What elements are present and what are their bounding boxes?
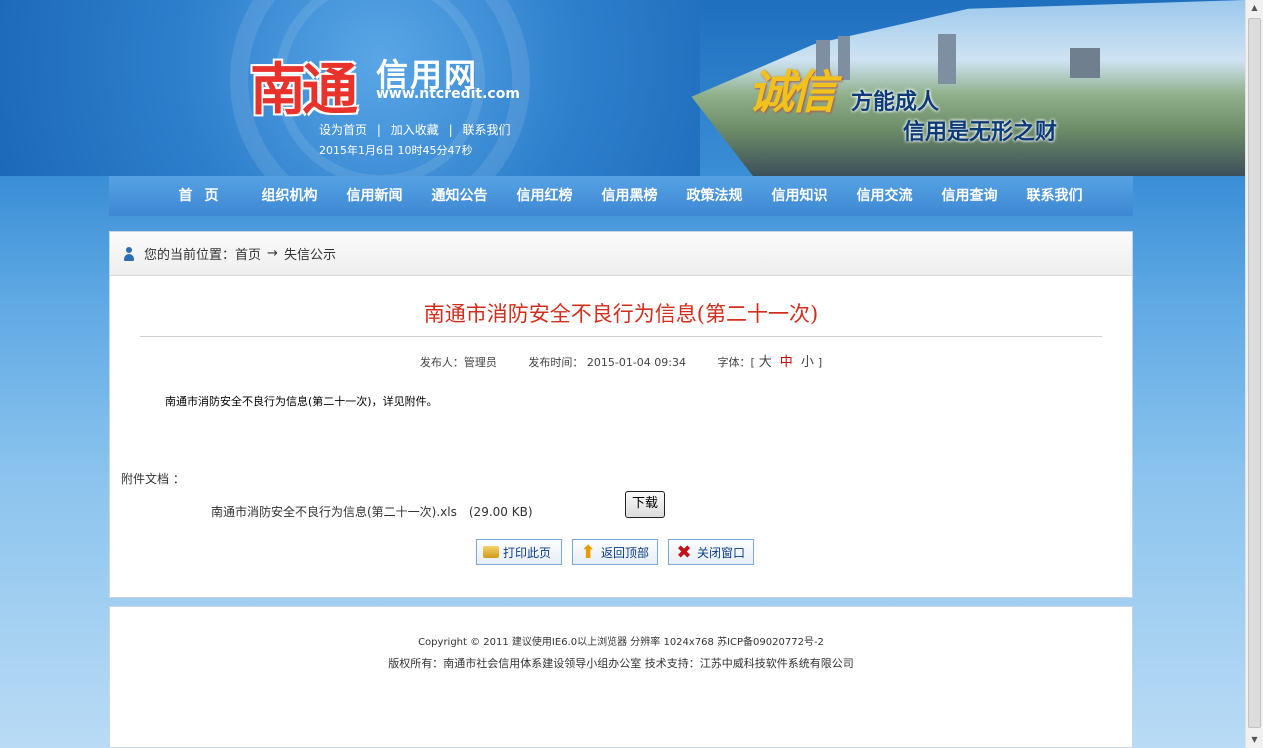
link-separator: |	[448, 123, 453, 137]
article-publisher: 发布人：管理员	[419, 356, 497, 369]
attachment-item: 南通市消防安全不良行为信息(第二十一次).xls (29.00 KB)	[211, 503, 533, 520]
building-shape	[938, 34, 956, 84]
article-meta: 发布人：管理员 发布时间： 2015-01-04 09:34 字体：[ 大中小]	[110, 351, 1132, 370]
site-logo-url: www.ntcredit.com	[376, 86, 520, 102]
breadcrumb-home-link[interactable]: 首页	[235, 244, 261, 263]
attachment-filename: 南通市消防安全不良行为信息(第二十一次).xls	[211, 505, 457, 519]
breadcrumb-prefix: 您的当前位置：	[144, 248, 236, 263]
main-nav: 首页 组织机构 信用新闻 通知公告 信用红榜 信用黑榜 政策法规 信用知识 信用…	[109, 176, 1133, 216]
footer-ownership: 版权所有：南通市社会信用体系建设领导小组办公室 技术支持：江苏中威科技软件系统有…	[388, 657, 854, 670]
nav-item-home[interactable]: 首页	[162, 176, 247, 216]
title-divider	[140, 336, 1102, 337]
add-favorite-link[interactable]: 加入收藏	[391, 123, 439, 137]
close-window-button[interactable]: ✖ 关闭窗口	[668, 539, 754, 565]
article-title: 南通市消防安全不良行为信息(第二十一次)	[423, 302, 819, 326]
font-size-small[interactable]: 小	[801, 355, 814, 370]
breadcrumb: 您的当前位置： 首页 → 失信公示	[110, 232, 1132, 276]
printer-icon	[483, 546, 499, 558]
link-separator: |	[376, 123, 381, 137]
building-shape	[1070, 48, 1100, 78]
content-panel: 您的当前位置： 首页 → 失信公示 南通市消防安全不良行为信息(第二十一次) 发…	[109, 231, 1133, 598]
slogan-line-1: 方能成人	[851, 90, 940, 115]
page-scrollbar[interactable]: ▲ ▼	[1245, 0, 1263, 748]
close-window-label: 关闭窗口	[697, 545, 746, 560]
article-body: 南通市消防安全不良行为信息(第二十一次)，详见附件。	[165, 395, 438, 408]
site-logo-city: 南通	[250, 57, 358, 123]
footer-copyright: Copyright © 2011 建议使用IE6.0以上浏览器 分辨率 1024…	[418, 637, 824, 648]
print-page-button[interactable]: 打印此页	[476, 539, 562, 565]
nav-item-red-list[interactable]: 信用红榜	[502, 176, 587, 216]
slogan-line-2: 信用是无形之财	[903, 120, 1058, 145]
breadcrumb-arrow: →	[267, 246, 278, 261]
font-size-close: ]	[817, 356, 823, 369]
site-footer: Copyright © 2011 建议使用IE6.0以上浏览器 分辨率 1024…	[109, 606, 1133, 748]
nav-item-black-list[interactable]: 信用黑榜	[587, 176, 672, 216]
article-time-value: 2015-01-04 09:34	[586, 356, 686, 369]
download-button[interactable]: 下载	[625, 491, 665, 518]
font-size-medium[interactable]: 中	[780, 355, 793, 370]
nav-item-policies[interactable]: 政策法规	[672, 176, 757, 216]
attachment-size: (29.00 KB)	[468, 505, 533, 519]
nav-item-contact[interactable]: 联系我们	[1012, 176, 1097, 216]
font-size-control: 字体：[ 大中小]	[717, 355, 823, 370]
nav-item-organization[interactable]: 组织机构	[247, 176, 332, 216]
header-links: 设为首页 | 加入收藏 | 联系我们	[319, 121, 510, 138]
nav-item-news[interactable]: 信用新闻	[332, 176, 417, 216]
attachment-label: 附件文档 ：	[121, 472, 185, 486]
site-header: 南通 信用网 www.ntcredit.com 设为首页 | 加入收藏 | 联系…	[0, 0, 1245, 176]
close-icon: ✖	[676, 541, 692, 563]
back-to-top-label: 返回顶部	[601, 545, 650, 560]
article-time: 发布时间： 2015-01-04 09:34	[528, 356, 686, 369]
set-homepage-link[interactable]: 设为首页	[319, 123, 367, 137]
current-datetime: 2015年1月6日 10时45分47秒	[319, 144, 473, 157]
slogan-calligraphy: 诚信	[748, 65, 836, 119]
nav-item-query[interactable]: 信用查询	[927, 176, 1012, 216]
nav-item-exchange[interactable]: 信用交流	[842, 176, 927, 216]
breadcrumb-current: 失信公示	[283, 248, 336, 263]
back-to-top-button[interactable]: ⬆ 返回顶部	[572, 539, 658, 565]
font-size-large[interactable]: 大	[759, 355, 772, 370]
user-icon	[124, 246, 134, 261]
print-page-label: 打印此页	[503, 545, 552, 560]
contact-us-link[interactable]: 联系我们	[462, 123, 510, 137]
article-time-label: 发布时间：	[528, 356, 584, 369]
building-shape	[838, 36, 850, 80]
scroll-up-icon[interactable]: ▲	[1247, 0, 1262, 16]
scroll-down-icon[interactable]: ▼	[1247, 732, 1262, 748]
nav-item-notices[interactable]: 通知公告	[417, 176, 502, 216]
font-size-label: 字体：[	[717, 356, 755, 369]
nav-item-knowledge[interactable]: 信用知识	[757, 176, 842, 216]
scrollbar-thumb[interactable]	[1248, 18, 1261, 728]
up-arrow-icon: ⬆	[580, 541, 596, 563]
